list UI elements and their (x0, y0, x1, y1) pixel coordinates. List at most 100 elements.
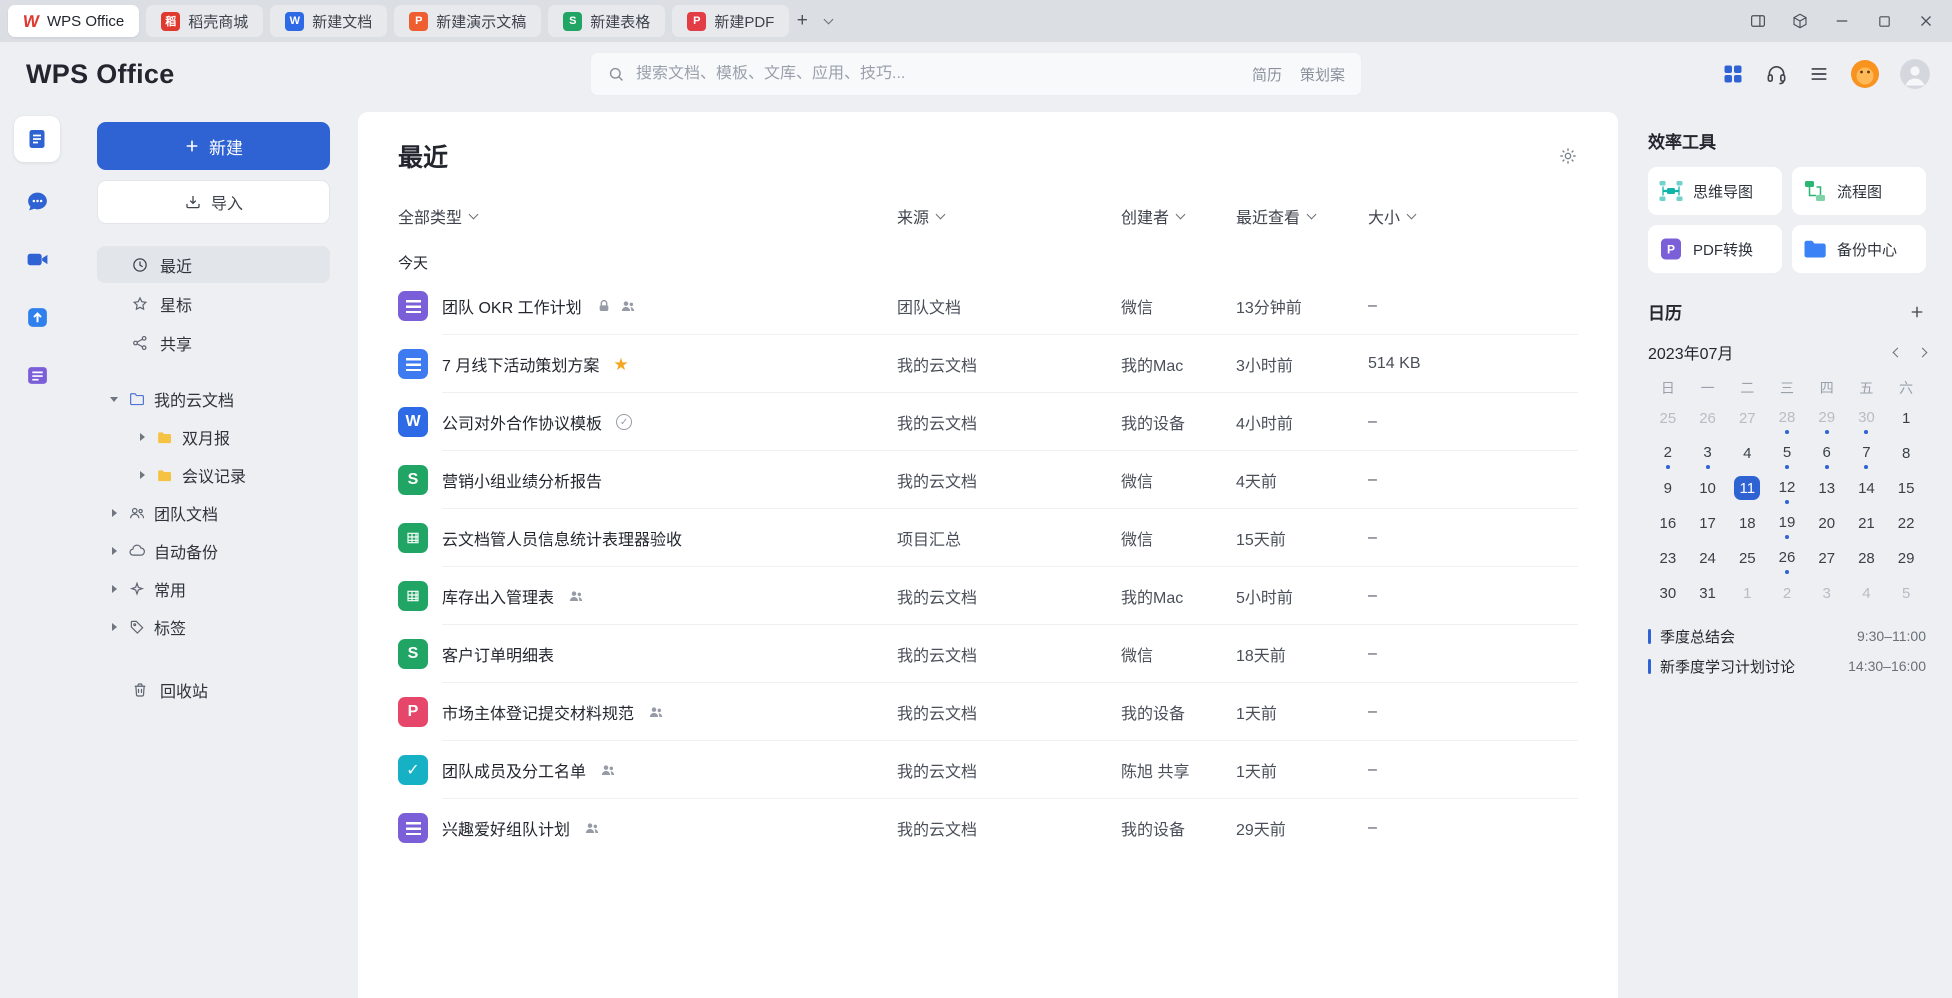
search-input[interactable] (636, 65, 1242, 83)
calendar-day[interactable]: 11 (1727, 476, 1767, 504)
window-tab[interactable]: 稻稻壳商城 (146, 5, 263, 37)
calendar-day[interactable]: 2 (1767, 581, 1807, 609)
calendar-day[interactable]: 19 (1767, 511, 1807, 539)
calendar-day[interactable]: 27 (1807, 546, 1847, 574)
search-bar[interactable]: 简历 策划案 (590, 52, 1362, 96)
window-tab[interactable]: P新建PDF (672, 5, 789, 37)
event-item[interactable]: 新季度学习计划讨论 14:30–16:00 (1648, 651, 1926, 681)
import-button[interactable]: 导入 (97, 180, 330, 224)
calendar-prev-icon[interactable] (1893, 347, 1903, 357)
chevron-down-icon[interactable] (109, 397, 119, 402)
search-suggestion-resume[interactable]: 简历 (1252, 64, 1282, 85)
window-tab[interactable]: S新建表格 (548, 5, 665, 37)
calendar-day[interactable]: 5 (1767, 441, 1807, 469)
calendar-day[interactable]: 5 (1886, 581, 1926, 609)
calendar-day[interactable]: 18 (1727, 511, 1767, 539)
calendar-day[interactable]: 3 (1807, 581, 1847, 609)
chevron-right-icon[interactable] (109, 509, 119, 517)
tool-pdf-convert[interactable]: P PDF转换 (1648, 225, 1782, 273)
calendar-day[interactable]: 28 (1847, 546, 1887, 574)
sidebar-item-my-cloud-docs[interactable]: 我的云文档 (97, 381, 330, 417)
close-button[interactable] (1908, 6, 1944, 36)
calendar-day[interactable]: 2 (1648, 441, 1688, 469)
chevron-right-icon[interactable] (109, 623, 119, 631)
window-tab[interactable]: WWPS Office (8, 5, 139, 37)
rail-documents-icon[interactable] (14, 116, 60, 162)
window-tab[interactable]: P新建演示文稿 (394, 5, 541, 37)
rail-meeting-video-icon[interactable] (14, 240, 60, 278)
calendar-day[interactable]: 28 (1767, 406, 1807, 434)
rail-cloud-sync-icon[interactable] (14, 298, 60, 336)
file-row[interactable]: S客户订单明细表我的云文档微信18天前– (398, 625, 1578, 683)
calendar-day[interactable]: 30 (1847, 406, 1887, 434)
rail-apps-icon[interactable] (14, 356, 60, 394)
file-row[interactable]: 7 月线下活动策划方案★我的云文档我的Mac3小时前514 KB (398, 335, 1578, 393)
chevron-right-icon[interactable] (137, 433, 147, 441)
calendar-day[interactable]: 4 (1847, 581, 1887, 609)
file-row[interactable]: 云文档管人员信息统计表理器验收项目汇总微信15天前– (398, 509, 1578, 567)
chevron-right-icon[interactable] (109, 585, 119, 593)
calendar-day[interactable]: 12 (1767, 476, 1807, 504)
sidebar-item-shared[interactable]: 共享 (97, 324, 330, 361)
sidebar-item-starred[interactable]: 星标 (97, 285, 330, 322)
file-row[interactable]: 库存出入管理表我的云文档我的Mac5小时前– (398, 567, 1578, 625)
window-tab[interactable]: W新建文档 (270, 5, 387, 37)
sidebar-item-tags[interactable]: 标签 (97, 609, 330, 645)
calendar-day[interactable]: 26 (1767, 546, 1807, 574)
minimize-button[interactable] (1824, 6, 1860, 36)
tool-mindmap[interactable]: 思维导图 (1648, 167, 1782, 215)
sidebar-item-trash[interactable]: 回收站 (97, 671, 330, 708)
calendar-day[interactable]: 23 (1648, 546, 1688, 574)
support-headset-icon[interactable] (1765, 63, 1788, 86)
add-event-icon[interactable] (1908, 303, 1926, 321)
filter-all-types[interactable]: 全部类型 (398, 204, 897, 228)
calendar-day[interactable]: 3 (1688, 441, 1728, 469)
calendar-day[interactable]: 6 (1807, 441, 1847, 469)
sidebar-item-bimonthly-report[interactable]: 双月报 (97, 419, 330, 455)
calendar-day[interactable]: 7 (1847, 441, 1887, 469)
workspace-icon[interactable] (1782, 6, 1818, 36)
calendar-day[interactable]: 8 (1886, 441, 1926, 469)
filter-recently-viewed[interactable]: 最近查看 (1236, 204, 1368, 228)
chevron-right-icon[interactable] (137, 471, 147, 479)
sidebar-item-auto-backup[interactable]: 自动备份 (97, 533, 330, 569)
new-tab-button[interactable]: + (789, 8, 815, 34)
calendar-day[interactable]: 10 (1688, 476, 1728, 504)
calendar-day[interactable]: 17 (1688, 511, 1728, 539)
hamburger-menu-icon[interactable] (1808, 63, 1830, 85)
tool-flowchart[interactable]: 流程图 (1792, 167, 1926, 215)
chevron-right-icon[interactable] (109, 547, 119, 555)
calendar-next-icon[interactable] (1918, 347, 1928, 357)
sidebar-item-meeting-notes[interactable]: 会议记录 (97, 457, 330, 493)
file-row[interactable]: S营销小组业绩分析报告我的云文档微信4天前– (398, 451, 1578, 509)
calendar-day[interactable]: 13 (1807, 476, 1847, 504)
calendar-day[interactable]: 27 (1727, 406, 1767, 434)
filter-size[interactable]: 大小 (1368, 204, 1578, 228)
user-avatar[interactable] (1900, 59, 1930, 89)
calendar-day[interactable]: 21 (1847, 511, 1887, 539)
calendar-day[interactable]: 31 (1688, 581, 1728, 609)
gear-icon[interactable] (1558, 146, 1578, 166)
tool-backup-center[interactable]: 备份中心 (1792, 225, 1926, 273)
calendar-day[interactable]: 9 (1648, 476, 1688, 504)
calendar-day[interactable]: 29 (1886, 546, 1926, 574)
calendar-day[interactable]: 15 (1886, 476, 1926, 504)
calendar-day[interactable]: 24 (1688, 546, 1728, 574)
calendar-day[interactable]: 4 (1727, 441, 1767, 469)
sidebar-toggle-icon[interactable] (1740, 6, 1776, 36)
file-row[interactable]: P市场主体登记提交材料规范我的云文档我的设备1天前– (398, 683, 1578, 741)
calendar-day[interactable]: 22 (1886, 511, 1926, 539)
calendar-day[interactable]: 20 (1807, 511, 1847, 539)
calendar-day[interactable]: 29 (1807, 406, 1847, 434)
filter-source[interactable]: 来源 (897, 204, 1121, 228)
calendar-day[interactable]: 1 (1727, 581, 1767, 609)
file-row[interactable]: 团队 OKR 工作计划团队文档微信13分钟前– (398, 277, 1578, 335)
calendar-day[interactable]: 25 (1648, 406, 1688, 434)
wps-mascot-icon[interactable] (1850, 59, 1880, 89)
file-row[interactable]: W公司对外合作协议模板✓我的云文档我的设备4小时前– (398, 393, 1578, 451)
tab-list-chevron[interactable] (815, 8, 841, 34)
calendar-day[interactable]: 26 (1688, 406, 1728, 434)
calendar-day[interactable]: 25 (1727, 546, 1767, 574)
rail-chat-icon[interactable] (14, 182, 60, 220)
calendar-day[interactable]: 30 (1648, 581, 1688, 609)
